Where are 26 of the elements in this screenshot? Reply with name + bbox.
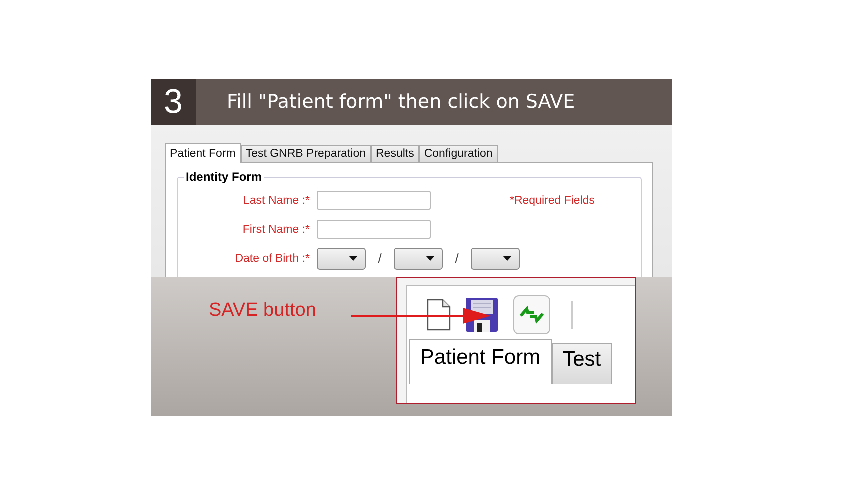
new-document-icon[interactable]: [427, 299, 452, 331]
tab[interactable]: Test: [552, 343, 612, 384]
step-title: Fill "Patient form" then click on SAVE: [226, 91, 576, 113]
caret-icon: [349, 256, 358, 261]
required-note: *Required Fields: [510, 194, 596, 206]
step-number: 3: [151, 79, 196, 125]
input-field[interactable]: [317, 220, 431, 239]
caret-icon: [426, 256, 435, 261]
dropdown[interactable]: [317, 248, 366, 270]
field-label: First Name :*: [242, 224, 311, 236]
caret-icon: [503, 256, 512, 261]
dropdown[interactable]: [471, 248, 520, 270]
tab[interactable]: Test GNRB Preparation: [240, 145, 371, 162]
field-label: Date of Birth :*: [234, 252, 311, 264]
date-separator: /: [454, 251, 460, 266]
input-field[interactable]: [317, 191, 431, 210]
tab[interactable]: Results: [371, 145, 420, 162]
date-separator: /: [377, 251, 383, 266]
refresh-icon[interactable]: [513, 295, 552, 335]
tab[interactable]: Configuration: [419, 145, 498, 162]
tab[interactable]: Patient Form: [409, 339, 552, 384]
callout-label: SAVE button: [209, 300, 316, 322]
dropdown[interactable]: [394, 248, 443, 270]
field-label: Last Name :*: [242, 194, 311, 206]
group-title: Identity Form: [184, 170, 264, 184]
tab[interactable]: Patient Form: [165, 143, 241, 163]
